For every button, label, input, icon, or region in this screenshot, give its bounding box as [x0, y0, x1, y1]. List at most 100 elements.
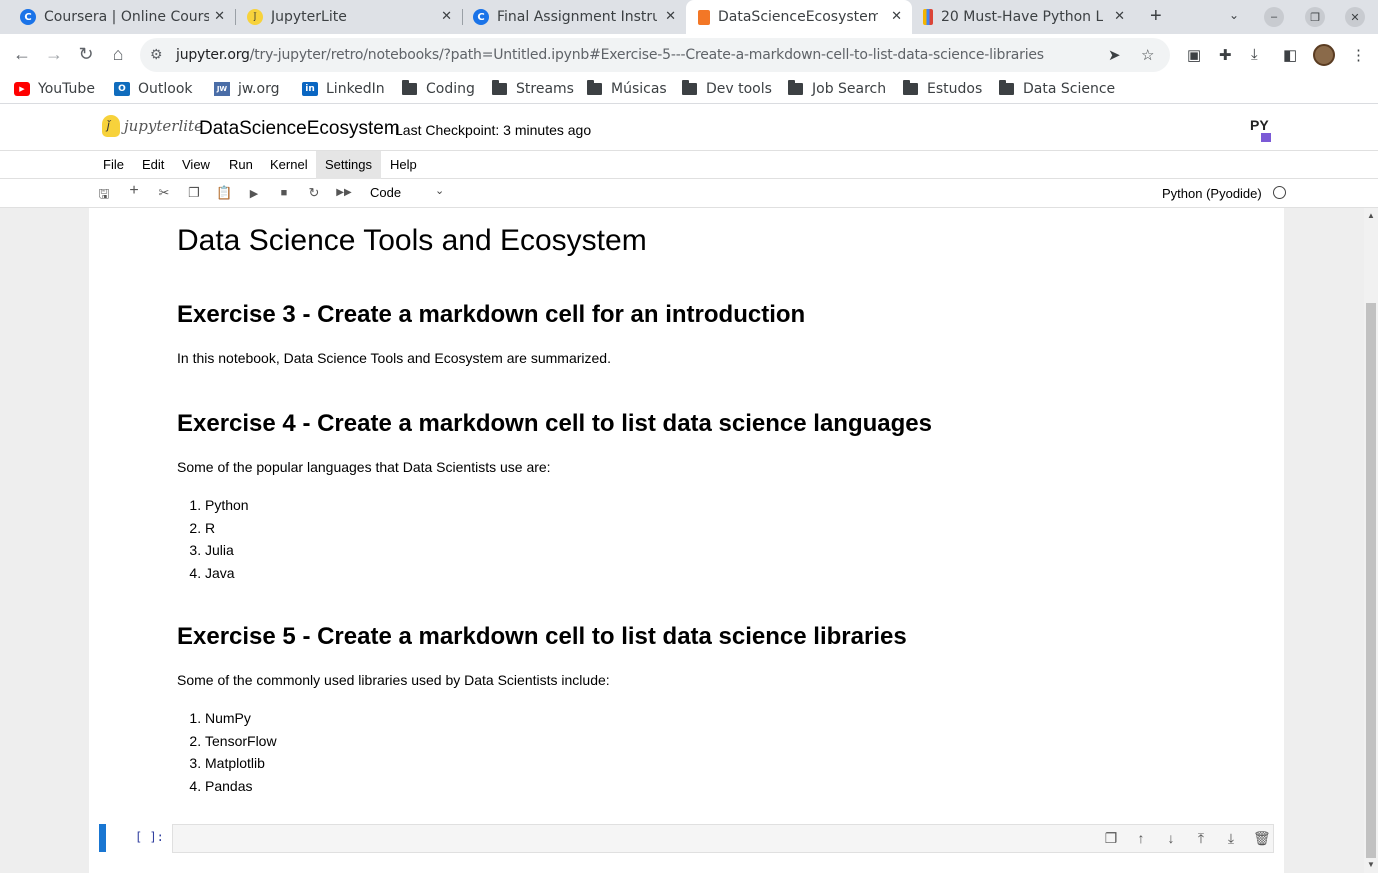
run-play-icon[interactable]: ▶: [246, 187, 262, 200]
chevron-down-icon[interactable]: ⌄: [435, 184, 444, 197]
site-info-icon[interactable]: ⚙: [150, 46, 163, 63]
move-down-arrow-icon[interactable]: ↓: [1163, 830, 1179, 846]
bookmark-youtube[interactable]: ▶ YouTube: [14, 81, 95, 97]
coursera-icon: C: [473, 9, 489, 25]
side-panel-icon[interactable]: ◧: [1283, 46, 1297, 64]
youtube-icon: ▶: [14, 82, 30, 96]
new-tab-plus-icon[interactable]: +: [1150, 5, 1162, 28]
bookmark-folder-datascience[interactable]: Data Science: [999, 80, 1116, 97]
markdown-cell-exercise-4[interactable]: Exercise 4 - Create a markdown cell to l…: [177, 410, 1257, 584]
restart-kernel-icon[interactable]: ↻: [306, 185, 322, 201]
scrollbar-thumb[interactable]: [1366, 303, 1376, 858]
bookmark-folder-devtools[interactable]: Dev tools: [682, 80, 772, 97]
menu-edit[interactable]: Edit: [135, 151, 171, 179]
insert-above-icon[interactable]: ⤒: [1193, 830, 1209, 847]
home-icon[interactable]: ⌂: [107, 44, 129, 65]
move-up-arrow-icon[interactable]: ↑: [1133, 830, 1149, 846]
bookmark-folder-streams[interactable]: Streams: [492, 80, 574, 97]
delete-trash-icon[interactable]: 🗑: [1253, 830, 1271, 847]
close-icon[interactable]: ✕: [441, 9, 452, 24]
reload-icon[interactable]: ↻: [75, 44, 97, 65]
outlook-icon: O: [114, 82, 130, 96]
bookmark-outlook[interactable]: O Outlook: [114, 81, 193, 97]
markdown-cell-title[interactable]: Data Science Tools and Ecosystem: [177, 224, 1257, 258]
bookmark-folder-estudos[interactable]: Estudos: [903, 80, 982, 97]
notebook-scrollbar[interactable]: ▲ ▼: [1364, 208, 1378, 873]
cell-type-select[interactable]: Code: [370, 185, 401, 200]
download-icon[interactable]: ⤓: [1251, 46, 1258, 63]
markdown-cell-exercise-5[interactable]: Exercise 5 - Create a markdown cell to l…: [177, 623, 1257, 797]
menu-file[interactable]: File: [96, 151, 131, 179]
bookmark-label: Dev tools: [706, 81, 772, 97]
cast-icon[interactable]: ▣: [1187, 46, 1201, 64]
exercise-3-text: In this notebook, Data Science Tools and…: [177, 350, 611, 366]
bookmark-linkedin[interactable]: in LinkedIn: [302, 81, 385, 97]
tab-coursera[interactable]: C Coursera | Online Cours ✕: [10, 0, 235, 34]
forward-arrow-icon[interactable]: →: [43, 44, 65, 65]
jupyter-header: ǰ jupyterlite DataScienceEcosystem Last …: [0, 105, 1378, 151]
close-icon[interactable]: ✕: [214, 9, 225, 24]
duplicate-cell-icon[interactable]: ❐: [1103, 830, 1119, 847]
notebook-toolbar: 🖫 + ✂ ❐ 📋 ▶ ■ ↻ ▶▶ Code ⌄ Python (Pyodid…: [0, 179, 1378, 208]
exercise-4-heading: Exercise 4 - Create a markdown cell to l…: [177, 410, 932, 437]
cut-scissors-icon[interactable]: ✂: [156, 185, 172, 201]
markdown-cell-exercise-3[interactable]: Exercise 3 - Create a markdown cell for …: [177, 301, 1257, 366]
stop-square-icon[interactable]: ■: [276, 187, 292, 199]
tab-final-assignment[interactable]: C Final Assignment Instru ✕: [463, 0, 686, 34]
notebook-h1: Data Science Tools and Ecosystem: [177, 224, 647, 257]
bookmark-folder-coding[interactable]: Coding: [402, 80, 475, 97]
jupyterlite-logo[interactable]: ǰ jupyterlite: [102, 115, 203, 137]
menu-settings[interactable]: Settings: [316, 151, 381, 179]
profile-avatar[interactable]: [1313, 44, 1335, 66]
tab-title: 20 Must-Have Python Li: [941, 9, 1103, 25]
article-icon: [923, 9, 933, 25]
linkedin-icon: in: [302, 82, 318, 96]
bookmark-label: YouTube: [38, 81, 95, 97]
copy-icon[interactable]: ❐: [186, 185, 202, 201]
extensions-puzzle-icon[interactable]: ✚: [1219, 46, 1232, 64]
tab-datascienceecosystem[interactable]: DataScienceEcosystem ✕: [686, 0, 912, 34]
tab-jupyterlite[interactable]: ǰ JupyterLite ✕: [237, 0, 462, 34]
more-menu-icon[interactable]: ⋮: [1351, 46, 1366, 64]
scroll-up-arrow-icon[interactable]: ▲: [1367, 211, 1375, 220]
send-icon[interactable]: ➤: [1108, 46, 1121, 64]
insert-below-icon[interactable]: ⤓: [1223, 830, 1239, 847]
menu-view[interactable]: View: [175, 151, 217, 179]
browser-tabstrip: C Coursera | Online Cours ✕ ǰ JupyterLit…: [0, 0, 1378, 34]
close-icon[interactable]: ✕: [891, 9, 902, 24]
code-cell-input[interactable]: ❐ ↑ ↓ ⤒ ⤓ 🗑: [172, 824, 1274, 853]
kernel-name[interactable]: Python (Pyodide): [1162, 186, 1262, 201]
folder-icon: [402, 80, 417, 95]
folder-icon: [903, 80, 918, 95]
restore-icon[interactable]: ❐: [1305, 7, 1325, 27]
tab-search-chevron-icon[interactable]: ⌄: [1229, 8, 1239, 22]
window-close-icon[interactable]: ✕: [1345, 7, 1365, 27]
tab-python-libraries[interactable]: 20 Must-Have Python Li ✕: [913, 0, 1135, 34]
menu-run[interactable]: Run: [222, 151, 260, 179]
url-domain: jupyter.org: [176, 47, 250, 63]
jupyterlite-wordmark: jupyterlite: [124, 117, 203, 135]
close-icon[interactable]: ✕: [665, 9, 676, 24]
bookmark-label: Data Science: [1023, 81, 1116, 97]
bookmark-jworg[interactable]: JW jw.org: [214, 81, 279, 97]
folder-icon: [682, 80, 697, 95]
list-item: Pandas: [205, 775, 1257, 798]
bookmark-folder-musicas[interactable]: Músicas: [587, 80, 667, 97]
bookmark-star-icon[interactable]: ☆: [1141, 46, 1154, 64]
menu-kernel[interactable]: Kernel: [263, 151, 315, 179]
close-icon[interactable]: ✕: [1114, 9, 1125, 24]
back-arrow-icon[interactable]: ←: [11, 44, 33, 65]
url-text[interactable]: jupyter.org/try-jupyter/retro/notebooks/…: [176, 47, 1044, 63]
menu-help[interactable]: Help: [383, 151, 424, 179]
run-all-fast-forward-icon[interactable]: ▶▶: [336, 187, 352, 198]
scroll-down-arrow-icon[interactable]: ▼: [1367, 860, 1375, 869]
notebook-title[interactable]: DataScienceEcosystem: [199, 118, 400, 140]
minimize-icon[interactable]: –: [1264, 7, 1284, 27]
bookmark-folder-jobsearch[interactable]: Job Search: [788, 80, 887, 97]
save-icon[interactable]: 🖫: [96, 185, 112, 207]
folder-icon: [492, 80, 507, 95]
address-bar[interactable]: ⚙ jupyter.org/try-jupyter/retro/notebook…: [140, 38, 1170, 72]
insert-cell-plus-icon[interactable]: +: [126, 182, 142, 200]
bookmark-label: Job Search: [812, 81, 887, 97]
paste-clipboard-icon[interactable]: 📋: [216, 185, 232, 201]
